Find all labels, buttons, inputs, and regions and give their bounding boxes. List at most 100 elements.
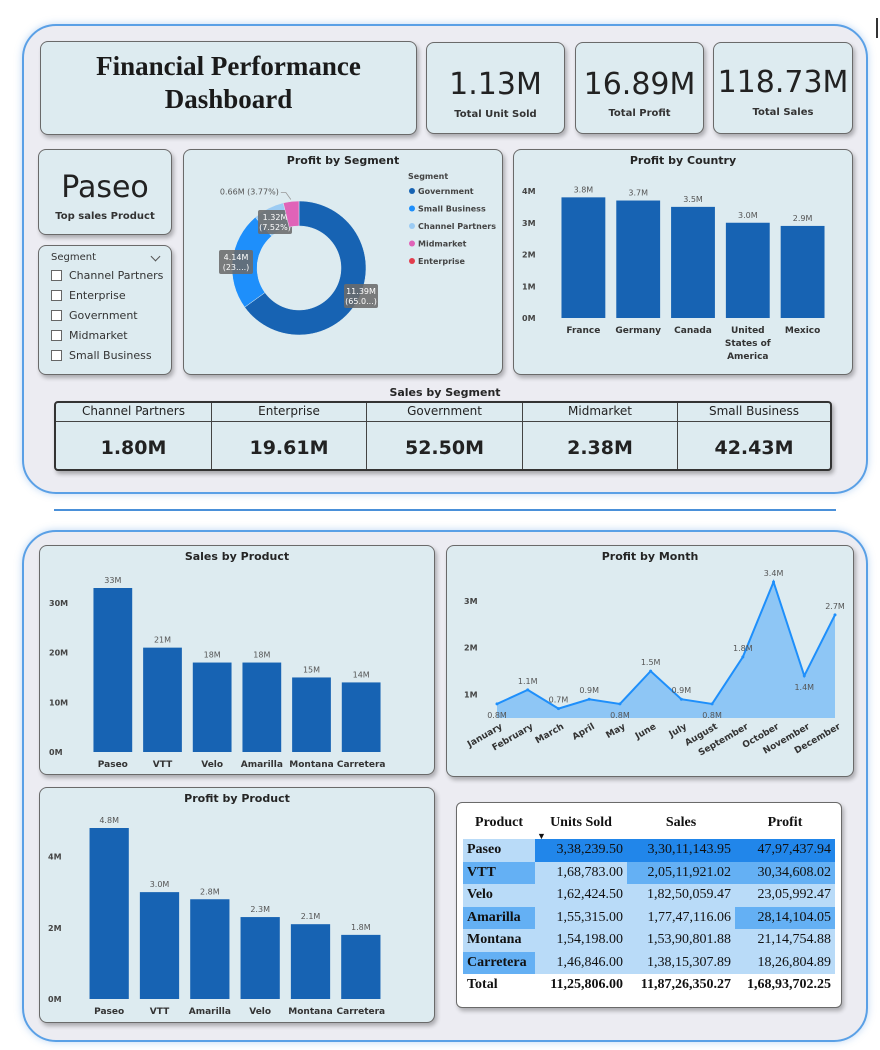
bar-montana[interactable] bbox=[292, 677, 331, 752]
bar-paseo[interactable] bbox=[93, 588, 133, 752]
segment-cell-channel-partners[interactable]: Channel Partners 1.80M bbox=[56, 403, 212, 469]
profit-by-product-card[interactable]: Profit by Product 0M 2M 4M 4.8M Paseo 3.0M VTT… bbox=[39, 787, 435, 1023]
kpi-total-unit-sold[interactable]: 1.13M Total Unit Sold bbox=[426, 42, 565, 134]
data-label: 14M bbox=[353, 670, 370, 679]
table-row-amarilla[interactable]: Amarilla 1,55,315.00 1,77,47,116.06 28,14,1… bbox=[463, 906, 835, 929]
segment-cell-small-business[interactable]: Small Business 42.43M bbox=[678, 403, 830, 469]
x-tick-label: Montana bbox=[289, 760, 333, 770]
data-point-october[interactable] bbox=[772, 580, 776, 584]
checkbox[interactable] bbox=[51, 350, 62, 361]
profit-by-segment-card[interactable]: Profit by Segment 11.39M (65.0...) 4.14M (2… bbox=[183, 149, 503, 375]
data-label: 1.8M bbox=[733, 644, 753, 653]
bar-vtt[interactable] bbox=[139, 892, 180, 999]
data-label: 4.8M bbox=[99, 816, 119, 825]
profit-by-country-chart[interactable]: 0M 1M 2M 3M 4M 3.8M France 3.7M Germany 3.5M Canad… bbox=[514, 150, 853, 375]
y-tick-label: 2M bbox=[48, 924, 62, 933]
column-header-sales[interactable]: Sales bbox=[627, 807, 735, 839]
x-tick-label: States of bbox=[725, 339, 771, 349]
bar-vtt[interactable] bbox=[143, 647, 182, 752]
kpi-total-profit[interactable]: 16.89M Total Profit bbox=[575, 42, 704, 134]
data-point-june[interactable] bbox=[649, 669, 653, 673]
legend-item-small-business[interactable]: Small Business bbox=[418, 205, 486, 214]
data-point-april[interactable] bbox=[587, 697, 591, 701]
y-tick-label: 20M bbox=[49, 649, 68, 658]
legend-item-channel-partners[interactable]: Channel Partners bbox=[418, 222, 496, 231]
table-row-velo[interactable]: Velo 1,62,424.50 1,82,50,059.47 23,05,992.4… bbox=[463, 884, 835, 907]
sales-by-product-chart[interactable]: 0M 10M 20M 30M 33M Paseo 21M VTT 18M Velo 18M Amari… bbox=[40, 546, 435, 775]
data-point-may[interactable] bbox=[618, 702, 622, 706]
legend-marker bbox=[409, 240, 415, 247]
data-label: 1.8M bbox=[351, 923, 371, 932]
slicer-option-small-business[interactable]: Small Business bbox=[51, 349, 152, 362]
checkbox[interactable] bbox=[51, 290, 62, 301]
table-row-paseo[interactable]: Paseo 3,38,239.50 3,30,11,143.95 47,97,437.… bbox=[463, 839, 835, 862]
checkbox[interactable] bbox=[51, 270, 62, 281]
checkbox[interactable] bbox=[51, 330, 62, 341]
bar-montana[interactable] bbox=[290, 924, 331, 999]
bar-germany[interactable] bbox=[616, 200, 661, 318]
legend-item-enterprise[interactable]: Enterprise bbox=[418, 257, 466, 266]
top-product-card[interactable]: Paseo Top sales Product bbox=[38, 149, 172, 235]
column-header-profit[interactable]: Profit bbox=[735, 807, 835, 839]
segment-value: 42.43M bbox=[714, 437, 794, 459]
checkbox[interactable] bbox=[51, 310, 62, 321]
slicer-option-midmarket[interactable]: Midmarket bbox=[51, 329, 128, 342]
data-label: 0.8M bbox=[610, 711, 630, 720]
segment-slicer[interactable]: Segment Channel Partners Enterprise Gove… bbox=[38, 245, 172, 375]
bar-canada[interactable] bbox=[671, 206, 715, 318]
y-tick-label: 0M bbox=[48, 995, 62, 1004]
data-point-january[interactable] bbox=[495, 702, 499, 706]
x-tick-label: Velo bbox=[201, 760, 223, 770]
slicer-option-enterprise[interactable]: Enterprise bbox=[51, 289, 126, 302]
segment-name: Midmarket bbox=[523, 404, 677, 422]
profit-by-country-card[interactable]: Profit by Country 0M 1M 2M 3M 4M 3.8M France 3.… bbox=[513, 149, 853, 375]
bar-amarilla[interactable] bbox=[242, 662, 282, 752]
segment-cell-government[interactable]: Government 52.50M bbox=[367, 403, 523, 469]
y-tick-label: 30M bbox=[49, 599, 68, 608]
data-point-december[interactable] bbox=[833, 613, 837, 617]
legend-marker bbox=[409, 223, 415, 229]
kpi-total-sales[interactable]: 118.73M Total Sales bbox=[713, 42, 853, 134]
x-tick-label: May bbox=[605, 722, 628, 741]
data-point-september[interactable] bbox=[741, 655, 745, 659]
data-point-march[interactable] bbox=[556, 707, 560, 711]
bar-amarilla[interactable] bbox=[190, 899, 230, 999]
profit-by-month-chart[interactable]: 1M2M3M0.8MJanuary1.1MFebruary0.7MMarch0.… bbox=[447, 546, 854, 777]
column-header-product[interactable]: Product bbox=[463, 807, 535, 839]
legend-item-midmarket[interactable]: Midmarket bbox=[418, 240, 467, 249]
bar-carretera[interactable] bbox=[341, 934, 381, 999]
bar-carretera[interactable] bbox=[341, 682, 381, 752]
x-tick-label: June bbox=[633, 722, 658, 742]
bar-mexico[interactable] bbox=[780, 225, 825, 318]
table-row-carretera[interactable]: Carretera 1,46,846.00 1,38,15,307.89 18,26,… bbox=[463, 951, 835, 974]
segment-cell-midmarket[interactable]: Midmarket 2.38M bbox=[523, 403, 678, 469]
profit-by-segment-chart[interactable]: 11.39M(65.0...) 4.14M(23....) 1.32M(7.52%)… bbox=[184, 150, 503, 375]
chevron-down-icon[interactable] bbox=[150, 251, 161, 262]
sort-descending-icon[interactable]: ▼ bbox=[537, 831, 546, 841]
data-label: 3.8M bbox=[574, 185, 594, 194]
sales-by-product-card[interactable]: Sales by Product 0M 10M 20M 30M 33M Paseo 21M V… bbox=[39, 545, 435, 775]
data-point-july[interactable] bbox=[679, 697, 683, 701]
profit-by-month-card[interactable]: Profit by Month 1M 2M 3M 0.8M January 1.1M Feb… bbox=[446, 545, 854, 777]
product-table-card[interactable]: Product Units Sold ▼ Sales Profit Paseo 3… bbox=[456, 802, 842, 1008]
slicer-option-channel-partners[interactable]: Channel Partners bbox=[51, 269, 163, 282]
segment-cell-enterprise[interactable]: Enterprise 19.61M bbox=[212, 403, 367, 469]
slice-label: 11.39M bbox=[346, 287, 376, 296]
bar-united-states-of-america[interactable] bbox=[725, 222, 770, 318]
legend-item-government[interactable]: Government bbox=[418, 187, 474, 196]
bar-france[interactable] bbox=[561, 197, 606, 318]
data-point-february[interactable] bbox=[526, 688, 530, 692]
slicer-option-government[interactable]: Government bbox=[51, 309, 138, 322]
profit-by-product-chart[interactable]: 0M 2M 4M 4.8M Paseo 3.0M VTT 2.8M Amarilla 2.3M Ve… bbox=[40, 788, 435, 1023]
data-label: 3.0M bbox=[738, 211, 758, 220]
table-row-vtt[interactable]: VTT 1,68,783.00 2,05,11,921.02 30,34,608.02 bbox=[463, 861, 835, 884]
bar-velo[interactable] bbox=[192, 662, 232, 752]
data-point-august[interactable] bbox=[710, 702, 714, 706]
data-point-november[interactable] bbox=[802, 674, 806, 678]
column-header-units-sold[interactable]: Units Sold ▼ bbox=[535, 807, 627, 841]
slicer-title: Segment bbox=[51, 252, 96, 263]
table-row-montana[interactable]: Montana 1,54,198.00 1,53,90,801.88 21,14,75… bbox=[463, 929, 835, 952]
x-tick-label: Montana bbox=[288, 1007, 332, 1017]
bar-velo[interactable] bbox=[240, 917, 280, 999]
bar-paseo[interactable] bbox=[89, 828, 129, 999]
